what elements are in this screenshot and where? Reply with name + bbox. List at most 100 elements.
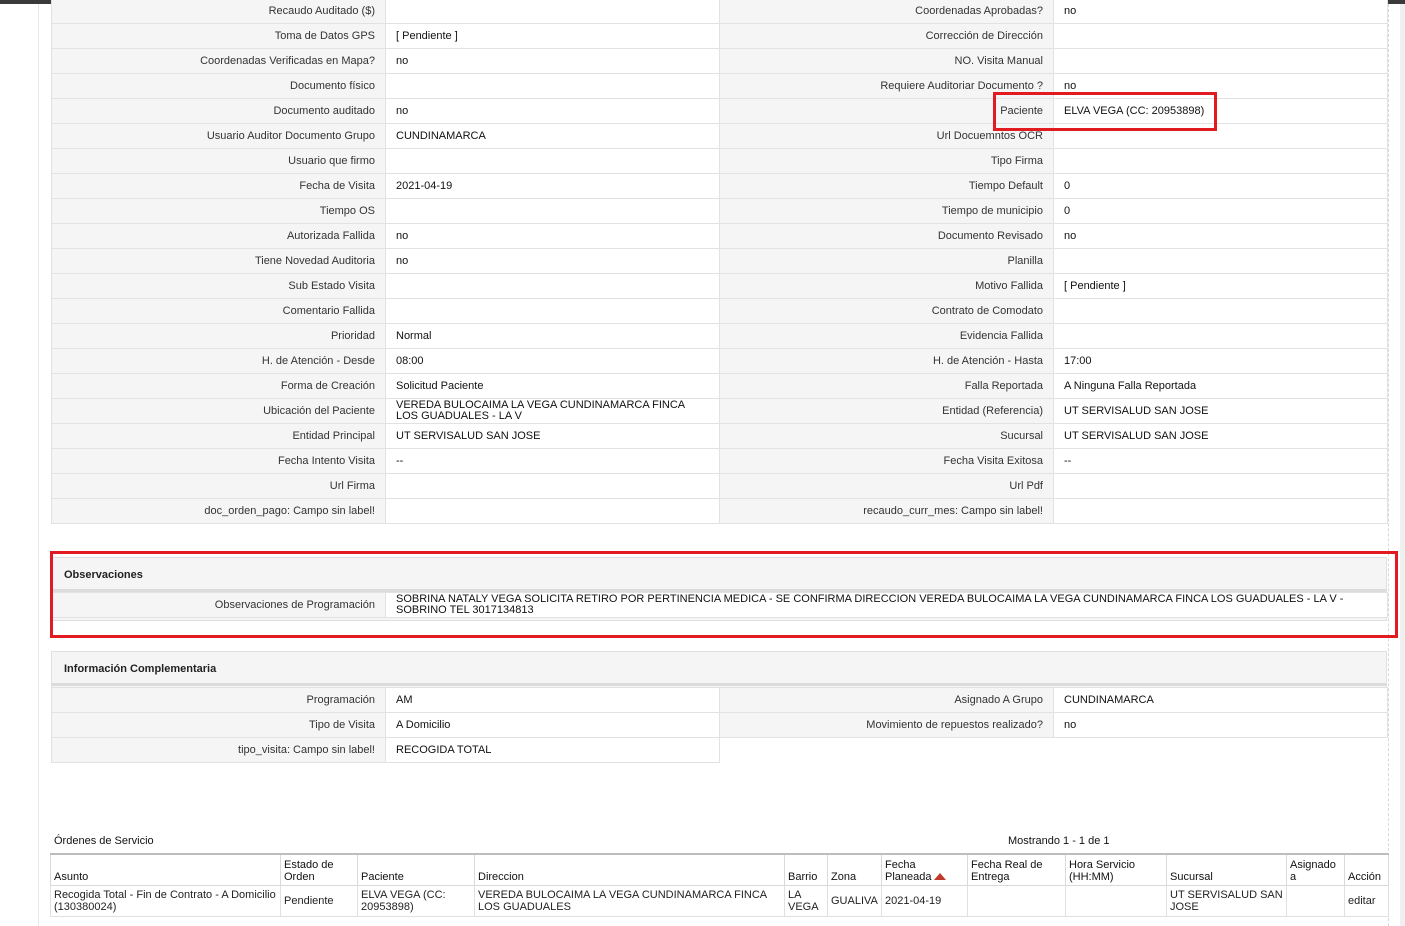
orders-column-header[interactable]: Acción: [1344, 853, 1389, 886]
complementaria-row: Tipo de Visita A Domicilio Movimiento de r…: [51, 712, 1388, 738]
detail-label: Motivo Fallida: [719, 273, 1054, 299]
detail-value: [ Pendiente ]: [385, 23, 720, 49]
orders-column-header[interactable]: Hora Servicio (HH:MM): [1065, 853, 1167, 886]
detail-label: Url Docuemntos OCR: [719, 123, 1054, 149]
table-cell: ELVA VEGA (CC: 20953898): [357, 884, 475, 917]
content-left-border: [38, 4, 39, 926]
detail-value: [1053, 148, 1388, 174]
vertical-scrollbar[interactable]: [1400, 4, 1405, 926]
detail-label: H. de Atención - Hasta: [719, 348, 1054, 374]
detail-label: Url Pdf: [719, 473, 1054, 499]
detail-value: 0: [1053, 198, 1388, 224]
detail-value: no: [1053, 223, 1388, 249]
detail-label: Contrato de Comodato: [719, 298, 1054, 324]
observaciones-title: Observaciones: [52, 558, 1386, 592]
visit-detail-table: Recaudo Auditado ($) Coordenadas Aprobada…: [51, 0, 1388, 524]
detail-label: Sucursal: [719, 423, 1054, 449]
orders-column-label: Asignado a: [1290, 858, 1336, 883]
detail-label: Recaudo Auditado ($): [51, 0, 386, 24]
orders-column-header[interactable]: Paciente: [357, 853, 475, 886]
orders-column-label: Zona: [831, 870, 857, 883]
complementaria-label: Tipo de Visita: [51, 712, 386, 738]
complementaria-label: tipo_visita: Campo sin label!: [51, 737, 386, 763]
detail-label: Usuario Auditor Documento Grupo: [51, 123, 386, 149]
observaciones-label: Observaciones de Programación: [51, 592, 386, 618]
detail-label: NO. Visita Manual: [719, 48, 1054, 74]
orders-column-header[interactable]: Fecha Planeada: [881, 853, 968, 886]
detail-label: Prioridad: [51, 323, 386, 349]
detail-label: Corrección de Dirección: [719, 23, 1054, 49]
orders-column-header[interactable]: Asunto: [50, 853, 281, 886]
orders-column-header[interactable]: Sucursal: [1166, 853, 1287, 886]
orders-column-header[interactable]: Barrio: [784, 853, 828, 886]
detail-row: Autorizada Fallida no Documento Revisado no: [51, 223, 1388, 249]
detail-label: Fecha de Visita: [51, 173, 386, 199]
detail-value: no: [385, 98, 720, 124]
detail-row: Forma de Creación Solicitud Paciente Falla…: [51, 373, 1388, 399]
orders-column-label: Barrio: [788, 870, 818, 883]
orders-column-label: Hora Servicio (HH:MM): [1069, 858, 1136, 883]
detail-value: UT SERVISALUD SAN JOSE: [1053, 398, 1388, 424]
detail-value: no: [1053, 0, 1388, 24]
complementaria-label: Movimiento de repuestos realizado?: [719, 712, 1054, 738]
detail-label: Fecha Intento Visita: [51, 448, 386, 474]
detail-value: 2021-04-19: [385, 173, 720, 199]
detail-value: ELVA VEGA (CC: 20953898): [1053, 98, 1388, 124]
complementaria-value: CUNDINAMARCA: [1053, 687, 1388, 713]
detail-value: [385, 198, 720, 224]
orders-column-header[interactable]: Fecha Real de Entrega: [967, 853, 1066, 886]
detail-value: 08:00: [385, 348, 720, 374]
complementaria-table: Programación AM Asignado A Grupo CUNDINAMAR…: [51, 687, 1388, 763]
detail-value: [385, 298, 720, 324]
orders-column-header[interactable]: Asignado a: [1286, 853, 1345, 886]
orders-column-header[interactable]: Estado de Orden: [280, 853, 358, 886]
table-cell: Pendiente: [280, 884, 358, 917]
orders-column-header[interactable]: Zona: [827, 853, 882, 886]
detail-row: H. de Atención - Desde 08:00 H. de Atenció…: [51, 348, 1388, 374]
detail-value: UT SERVISALUD SAN JOSE: [385, 423, 720, 449]
table-cell: GUALIVA: [827, 884, 882, 917]
detail-label: Documento Revisado: [719, 223, 1054, 249]
detail-value: no: [385, 48, 720, 74]
orders-column-header[interactable]: Direccion: [474, 853, 785, 886]
observaciones-value: SOBRINA NATALY VEGA SOLICITA RETIRO POR …: [385, 592, 1388, 618]
table-cell: [967, 884, 1066, 917]
detail-label: Tiempo Default: [719, 173, 1054, 199]
detail-label: Entidad Principal: [51, 423, 386, 449]
edit-link[interactable]: editar: [1344, 884, 1389, 917]
detail-label: Tiene Novedad Auditoria: [51, 248, 386, 274]
orders-table: Asunto Estado de Orden Paciente Direccion Ba…: [50, 853, 1389, 917]
detail-label: Entidad (Referencia): [719, 398, 1054, 424]
sort-ascending-icon[interactable]: [933, 873, 946, 881]
orders-column-label: Fecha Planeada: [885, 858, 932, 883]
detail-label: Sub Estado Visita: [51, 273, 386, 299]
table-cell: [1286, 884, 1345, 917]
detail-label: Forma de Creación: [51, 373, 386, 399]
detail-row: Url Firma Url Pdf: [51, 473, 1388, 499]
detail-label: Evidencia Fallida: [719, 323, 1054, 349]
detail-row: Toma de Datos GPS[ Pendiente ] Corrección…: [51, 23, 1388, 49]
detail-label: Toma de Datos GPS: [51, 23, 386, 49]
table-row: Recogida Total - Fin de Contrato - A Dom…: [50, 884, 1389, 917]
detail-row: Documento físico Requiere Auditoriar Docu…: [51, 73, 1388, 99]
orders-column-label: Paciente: [361, 870, 404, 883]
table-cell: [1065, 884, 1167, 917]
detail-label: Tipo Firma: [719, 148, 1054, 174]
complementaria-title: Información Complementaria: [52, 652, 1386, 686]
observaciones-table: Observaciones de Programación SOBRINA NA…: [51, 592, 1388, 618]
detail-label: Usuario que firmo: [51, 148, 386, 174]
detail-value: [1053, 48, 1388, 74]
detail-label: Url Firma: [51, 473, 386, 499]
detail-label: Autorizada Fallida: [51, 223, 386, 249]
detail-row: Sub Estado Visita Motivo Fallida[ Pendien…: [51, 273, 1388, 299]
detail-label: Fecha Visita Exitosa: [719, 448, 1054, 474]
complementaria-row: tipo_visita: Campo sin label! RECOGIDA TO…: [51, 737, 1388, 763]
detail-value: [385, 498, 720, 524]
orders-column-label: Direccion: [478, 870, 524, 883]
orders-column-label: Asunto: [54, 870, 89, 883]
table-cell: 2021-04-19: [881, 884, 968, 917]
detail-label: Coordenadas Verificadas en Mapa?: [51, 48, 386, 74]
detail-row: Usuario que firmo Tipo Firma: [51, 148, 1388, 174]
table-cell: Recogida Total - Fin de Contrato - A Dom…: [50, 884, 281, 917]
complementaria-value: AM: [385, 687, 720, 713]
